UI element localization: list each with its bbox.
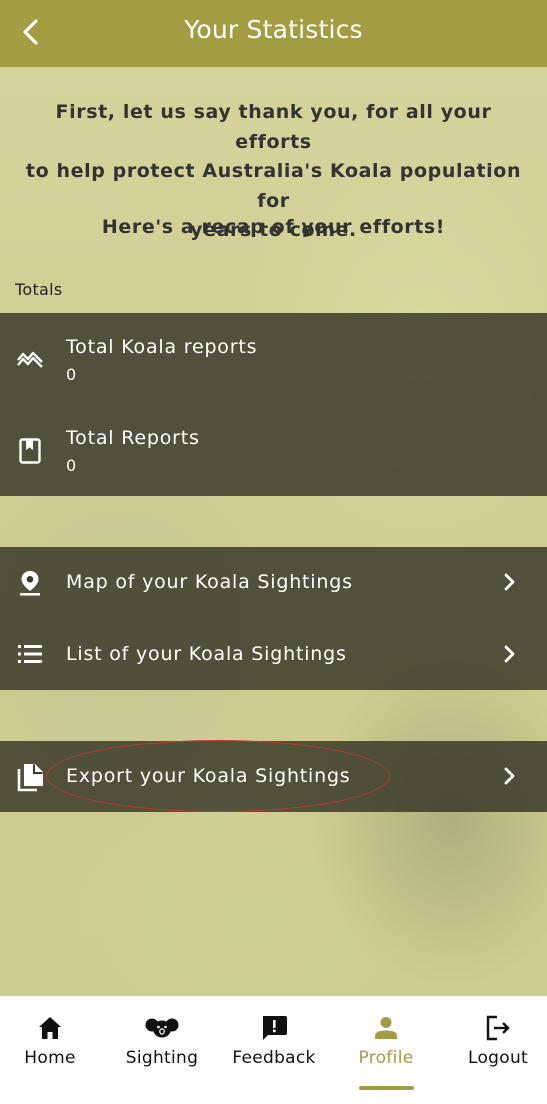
export-sightings-link[interactable]: Export your Koala Sightings xyxy=(0,741,547,813)
tab-sighting[interactable]: Sighting xyxy=(106,996,218,1096)
person-icon xyxy=(375,1017,397,1039)
thank-you-line: First, let us say thank you, for all you… xyxy=(55,101,492,153)
map-pin-icon xyxy=(20,571,40,596)
total-reports-value: 0 xyxy=(66,456,77,475)
recap-heading: Here's a recap of your efforts! xyxy=(101,216,446,238)
sightings-links-panel: Map of your Koala Sightings List of your… xyxy=(0,547,547,690)
tab-profile[interactable]: Profile xyxy=(330,996,442,1096)
koala-icon xyxy=(145,1018,179,1038)
export-sightings-label: Export your Koala Sightings xyxy=(66,765,351,787)
tab-profile-label: Profile xyxy=(358,1048,414,1068)
thank-you-line: to help protect Australia's Koala popula… xyxy=(25,160,522,212)
bottom-tab-bar: Home Sighting Feedback Profile Logout xyxy=(0,996,547,1104)
map-sightings-label: Map of your Koala Sightings xyxy=(66,571,353,593)
total-reports-label: Total Reports xyxy=(66,427,200,449)
total-koala-reports-label: Total Koala reports xyxy=(66,336,258,358)
total-koala-reports-row: Total Koala reports 0 xyxy=(0,313,547,385)
file-copy-icon xyxy=(17,764,43,792)
chevron-right-icon xyxy=(504,573,515,591)
tab-sighting-label: Sighting xyxy=(125,1048,199,1068)
home-icon xyxy=(39,1017,61,1039)
total-reports-row: Total Reports 0 xyxy=(0,404,547,476)
list-sightings-label: List of your Koala Sightings xyxy=(66,643,347,665)
list-sightings-link[interactable]: List of your Koala Sightings xyxy=(0,619,547,691)
tab-home[interactable]: Home xyxy=(0,996,106,1096)
total-koala-reports-value: 0 xyxy=(66,365,77,384)
app-header: Your Statistics xyxy=(0,0,547,67)
totals-panel: Total Koala reports 0 Total Reports 0 xyxy=(0,313,547,496)
map-sightings-link[interactable]: Map of your Koala Sightings xyxy=(0,547,547,619)
report-book-icon xyxy=(19,438,41,464)
page-title: Your Statistics xyxy=(184,15,363,44)
feedback-icon xyxy=(263,1016,287,1040)
active-tab-indicator xyxy=(359,1086,414,1090)
totals-section-label: Totals xyxy=(15,280,63,299)
chevron-right-icon xyxy=(504,767,515,785)
tab-feedback-label: Feedback xyxy=(232,1048,316,1068)
trend-icon xyxy=(17,351,43,368)
export-panel: Export your Koala Sightings xyxy=(0,741,547,812)
statistics-screen: Your Statistics First, let us say thank … xyxy=(0,0,547,1104)
logout-icon xyxy=(486,1015,510,1041)
tab-feedback[interactable]: Feedback xyxy=(218,996,330,1096)
chevron-right-icon xyxy=(504,645,515,663)
tab-home-label: Home xyxy=(24,1048,76,1068)
list-icon xyxy=(18,645,42,663)
tab-logout[interactable]: Logout xyxy=(442,996,547,1096)
tab-logout-label: Logout xyxy=(467,1048,528,1068)
